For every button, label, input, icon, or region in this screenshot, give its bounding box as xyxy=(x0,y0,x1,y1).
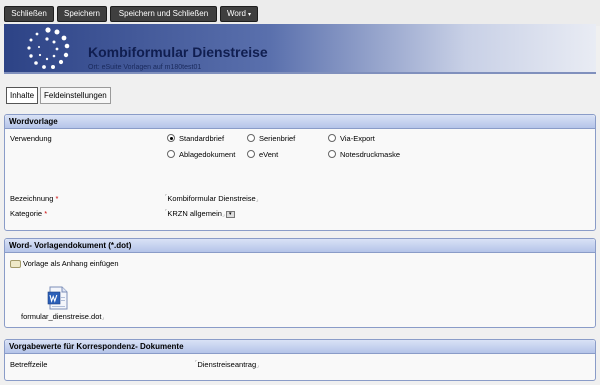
korrespondenz-heading: Vorgabewerte für Korrespondenz- Dokument… xyxy=(5,340,595,354)
save-and-close-button[interactable]: Speichern und Schließen xyxy=(110,6,217,22)
radio-ablagedokument[interactable] xyxy=(167,150,175,158)
word-menu-label: Word xyxy=(227,9,246,18)
button-icon xyxy=(10,260,21,269)
radio-notesdruckmaske-label: Notesdruckmaske xyxy=(340,150,401,159)
chevron-down-icon: ▾ xyxy=(247,12,251,18)
page-subtitle: Ort: eSuite Vorlagen auf m180test01 xyxy=(88,64,202,71)
page-title: Kombiformular Dienstreise xyxy=(88,44,268,60)
radio-event-label: eVent xyxy=(259,150,279,159)
verwendung-label: Verwendung xyxy=(10,134,52,143)
tab-feldeinstellungen[interactable]: Feldeinstellungen xyxy=(40,87,111,104)
app-logo-icon xyxy=(27,27,70,69)
kategorie-label-text: Kategorie xyxy=(10,209,43,218)
betreffzeile-value: Dienstreiseantrag xyxy=(197,360,257,369)
vorlagendokument-heading: Word- Vorlagendokument (*.dot) xyxy=(5,239,595,253)
bezeichnung-field[interactable]: ⌜Kombiformular Dienstreise⌟ xyxy=(165,194,259,203)
toolbar: Schließen Speichern Speichern und Schlie… xyxy=(0,0,600,26)
bezeichnung-label: Bezeichnung * xyxy=(10,194,58,203)
close-button[interactable]: Schließen xyxy=(4,6,54,22)
radio-serienbrief[interactable] xyxy=(247,134,255,142)
radio-via-export-label: Via-Export xyxy=(340,134,375,143)
tab-inhalte[interactable]: Inhalte xyxy=(6,87,39,104)
radio-standardbrief[interactable] xyxy=(167,134,175,142)
betreffzeile-field[interactable]: ⌜Dienstreiseantrag⌟ xyxy=(195,360,259,369)
kategorie-label: Kategorie * xyxy=(10,209,47,218)
radio-ablagedokument-label: Ablagedokument xyxy=(179,150,236,159)
field-end-marker: ⌟ xyxy=(255,197,259,203)
word-menu-button[interactable]: Word ▾ xyxy=(220,6,258,22)
radio-via-export[interactable] xyxy=(328,134,336,142)
wordvorlage-panel: Wordvorlage Verwendung Standardbrief Ser… xyxy=(4,114,596,231)
save-button[interactable]: Speichern xyxy=(57,6,107,22)
wordvorlage-heading: Wordvorlage xyxy=(5,115,595,129)
radio-event[interactable] xyxy=(247,150,255,158)
attach-template-label: Vorlage als Anhang einfügen xyxy=(23,259,119,268)
chevron-down-icon[interactable]: ▾ xyxy=(225,210,235,218)
attach-template-button[interactable]: Vorlage als Anhang einfügen xyxy=(10,258,119,270)
radio-standardbrief-label: Standardbrief xyxy=(179,134,225,143)
kategorie-value: KRZN allgemein xyxy=(167,209,222,218)
field-end-marker: ⌟ xyxy=(256,363,259,369)
word-document-icon[interactable] xyxy=(47,286,69,310)
radio-notesdruckmaske[interactable] xyxy=(328,150,336,158)
required-marker: * xyxy=(44,209,48,218)
korrespondenz-panel: Vorgabewerte für Korrespondenz- Dokument… xyxy=(4,339,596,381)
document-file-name-text: formular_dienstreise.dot xyxy=(21,312,102,321)
field-end-marker: ⌟ xyxy=(221,212,225,218)
form-header: Kombiformular Dienstreise Ort: eSuite Vo… xyxy=(4,24,596,74)
bezeichnung-value: Kombiformular Dienstreise xyxy=(167,194,256,203)
betreffzeile-label: Betreffzeile xyxy=(10,360,48,369)
document-file-name[interactable]: formular_dienstreise.dot⌟ xyxy=(21,312,104,321)
kategorie-field[interactable]: ⌜KRZN allgemein⌟ ▾ xyxy=(165,209,235,218)
radio-serienbrief-label: Serienbrief xyxy=(259,134,296,143)
vorlagendokument-panel: Word- Vorlagendokument (*.dot) Vorlage a… xyxy=(4,238,596,328)
required-marker: * xyxy=(55,194,59,203)
field-end-marker: ⌟ xyxy=(101,315,105,321)
bezeichnung-label-text: Bezeichnung xyxy=(10,194,54,203)
